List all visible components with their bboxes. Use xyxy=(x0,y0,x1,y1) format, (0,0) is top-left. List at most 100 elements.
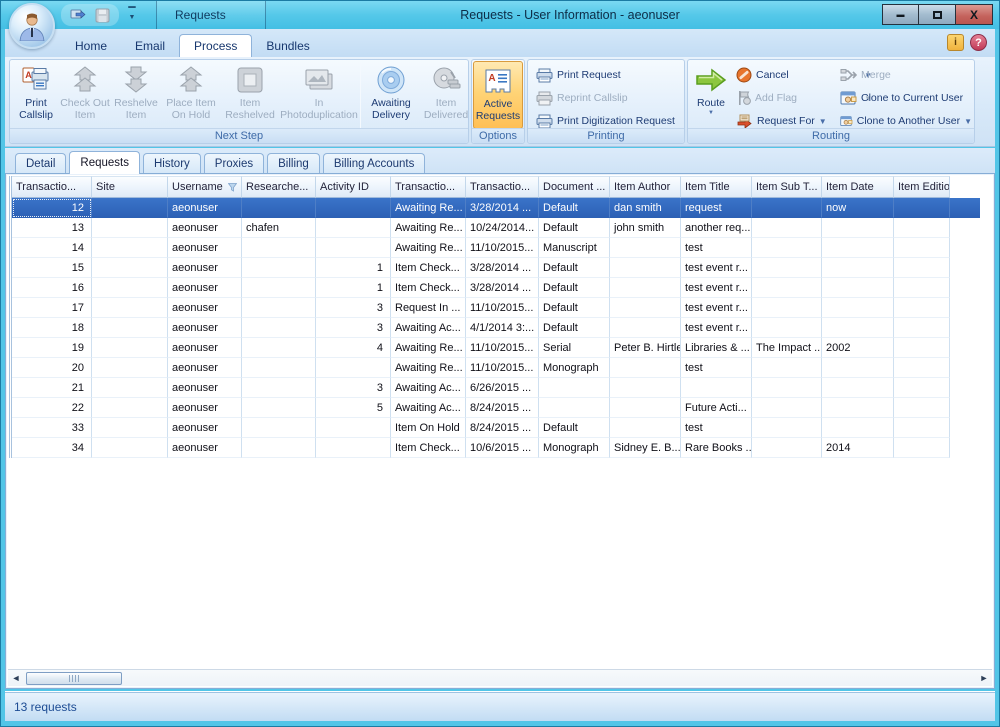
table-cell xyxy=(822,418,894,438)
column-header-username[interactable]: Username xyxy=(168,176,242,198)
horizontal-scrollbar[interactable]: ◄ ► xyxy=(8,669,992,686)
table-cell xyxy=(610,278,681,298)
table-cell: 3 xyxy=(316,298,391,318)
tab-bundles[interactable]: Bundles xyxy=(252,34,323,57)
filter-icon[interactable] xyxy=(228,183,237,192)
column-header-transactio[interactable]: Transactio... xyxy=(466,176,539,198)
tab-proxies[interactable]: Proxies xyxy=(204,153,264,173)
table-row[interactable]: 16aeonuser1Item Check...3/28/2014 ...Def… xyxy=(12,278,980,298)
contextual-tab-group: Requests xyxy=(156,1,266,29)
column-header-label: Username xyxy=(172,181,223,193)
print-request-button[interactable]: Print Request xyxy=(536,65,621,85)
column-header-item-sub-t[interactable]: Item Sub T... xyxy=(752,176,822,198)
clone-to-current-user-icon xyxy=(840,91,857,106)
column-header-activity-id[interactable]: Activity ID xyxy=(316,176,391,198)
column-header-item-edition[interactable]: Item Edition xyxy=(894,176,950,198)
active-requests-button[interactable]: A Active Requests xyxy=(473,61,523,129)
table-cell: 21 xyxy=(12,378,92,398)
table-row[interactable]: 17aeonuser3Request In ...11/10/2015...De… xyxy=(12,298,980,318)
table-row[interactable]: 19aeonuser4Awaiting Re...11/10/2015...Se… xyxy=(12,338,980,358)
table-cell xyxy=(752,278,822,298)
table-row[interactable]: 20aeonuserAwaiting Re...11/10/2015...Mon… xyxy=(12,358,980,378)
column-header-item-date[interactable]: Item Date xyxy=(822,176,894,198)
table-row[interactable]: 12aeonuserAwaiting Re...3/28/2014 ...Def… xyxy=(12,198,980,218)
tab-home[interactable]: Home xyxy=(61,34,121,57)
table-cell: aeonuser xyxy=(168,198,242,218)
column-header-transactio[interactable]: Transactio... xyxy=(391,176,466,198)
table-cell: test event r... xyxy=(681,278,752,298)
table-row[interactable]: 21aeonuser3Awaiting Ac...6/26/2015 ... xyxy=(12,378,980,398)
table-cell xyxy=(242,358,316,378)
column-header-label: Activity ID xyxy=(320,181,369,193)
route-dropdown-caret[interactable]: ▼ xyxy=(708,110,714,116)
clone-to-current-user-button[interactable]: Clone to Current User xyxy=(840,88,972,108)
table-row[interactable]: 22aeonuser5Awaiting Ac...8/24/2015 ...Fu… xyxy=(12,398,980,418)
table-cell xyxy=(752,438,822,458)
tab-process[interactable]: Process xyxy=(179,34,252,57)
column-header-researche[interactable]: Researche... xyxy=(242,176,316,198)
table-row[interactable]: 33aeonuserItem On Hold8/24/2015 ...Defau… xyxy=(12,418,980,438)
tab-billing[interactable]: Billing xyxy=(267,153,320,173)
item-reshelved-icon xyxy=(236,63,264,97)
table-cell: Awaiting Re... xyxy=(391,198,466,218)
table-cell xyxy=(894,438,950,458)
print-callslip-icon: A xyxy=(21,63,51,97)
route-button[interactable]: Route ▼ xyxy=(691,61,731,129)
table-cell xyxy=(752,258,822,278)
table-cell: Monograph xyxy=(539,358,610,378)
table-cell: Item Check... xyxy=(391,278,466,298)
tab-email[interactable]: Email xyxy=(121,34,179,57)
minimize-button[interactable]: ▬ xyxy=(882,4,919,25)
column-header-label: Document ... xyxy=(543,181,605,193)
scrollbar-thumb[interactable] xyxy=(26,672,122,685)
table-cell xyxy=(894,258,950,278)
request-for-dropdown-caret[interactable]: ▼ xyxy=(819,117,827,126)
table-cell xyxy=(242,338,316,358)
column-header-item-author[interactable]: Item Author xyxy=(610,176,681,198)
maximize-icon xyxy=(933,11,942,19)
table-cell xyxy=(242,318,316,338)
tab-detail[interactable]: Detail xyxy=(15,153,66,173)
table-cell: 3/28/2014 ... xyxy=(466,258,539,278)
table-row[interactable]: 14aeonuserAwaiting Re...11/10/2015...Man… xyxy=(12,238,980,258)
column-header-transactio[interactable]: Transactio... xyxy=(12,176,92,198)
refresh-icon[interactable] xyxy=(69,6,87,24)
tab-requests[interactable]: Requests xyxy=(69,151,140,174)
table-cell: Awaiting Re... xyxy=(391,218,466,238)
table-row[interactable]: 18aeonuser3Awaiting Ac...4/1/2014 3:...D… xyxy=(12,318,980,338)
table-row[interactable]: 15aeonuser1Item Check...3/28/2014 ...Def… xyxy=(12,258,980,278)
table-cell xyxy=(242,398,316,418)
table-row[interactable]: 34aeonuserItem Check...10/6/2015 ...Mono… xyxy=(12,438,980,458)
table-cell xyxy=(316,198,391,218)
tab-history[interactable]: History xyxy=(143,153,201,173)
group-label-options: Options xyxy=(472,128,524,143)
table-cell xyxy=(822,298,894,318)
user-avatar-orb[interactable] xyxy=(9,3,55,49)
column-header-item-title[interactable]: Item Title xyxy=(681,176,752,198)
table-cell: chafen xyxy=(242,218,316,238)
qat-overflow-icon[interactable]: ▔▼ xyxy=(125,7,139,23)
close-button[interactable]: X xyxy=(956,4,993,25)
table-cell: Item Check... xyxy=(391,258,466,278)
table-cell: now xyxy=(822,198,894,218)
scroll-left-arrow-icon[interactable]: ◄ xyxy=(8,671,24,686)
column-header-label: Transactio... xyxy=(395,181,455,193)
table-row[interactable]: 13aeonuserchafenAwaiting Re...10/24/2014… xyxy=(12,218,980,238)
table-cell xyxy=(610,358,681,378)
table-cell: 8/24/2015 ... xyxy=(466,418,539,438)
column-header-site[interactable]: Site xyxy=(92,176,168,198)
print-callslip-button[interactable]: A Print Callslip xyxy=(12,61,60,129)
table-cell xyxy=(242,238,316,258)
clone-to-another-user-dropdown-caret[interactable]: ▼ xyxy=(964,117,972,126)
column-header-document[interactable]: Document ... xyxy=(539,176,610,198)
table-cell xyxy=(822,318,894,338)
table-cell: aeonuser xyxy=(168,418,242,438)
table-cell: Awaiting Ac... xyxy=(391,398,466,418)
awaiting-delivery-button[interactable]: Awaiting Delivery xyxy=(363,61,419,129)
help-icon[interactable]: ? xyxy=(970,34,987,51)
scroll-right-arrow-icon[interactable]: ► xyxy=(976,671,992,686)
pin-note-icon[interactable]: i xyxy=(947,34,964,51)
maximize-button[interactable] xyxy=(919,4,956,25)
tab-billing-accounts[interactable]: Billing Accounts xyxy=(323,153,426,173)
column-header-label: Item Sub T... xyxy=(756,181,818,193)
